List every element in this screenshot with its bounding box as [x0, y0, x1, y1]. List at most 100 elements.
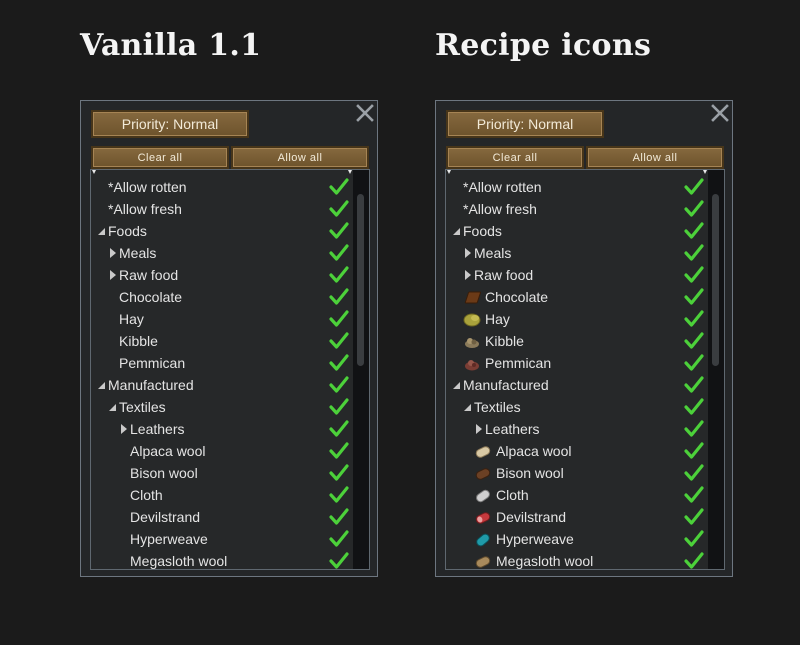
filter-row-label: Cloth [130, 487, 163, 503]
allowed-checkmark-icon[interactable] [329, 530, 349, 548]
filter-row-raw-food[interactable]: Raw food [446, 264, 708, 286]
scrollbar-thumb[interactable] [357, 194, 364, 366]
filter-row-raw-food[interactable]: Raw food [91, 264, 353, 286]
filter-row-chocolate: Chocolate [446, 286, 708, 308]
storage-filter-panel-recipe-icons: Priority: Normal Clear all Allow all *Al… [435, 100, 733, 577]
filter-row-label: Raw food [474, 267, 534, 283]
filter-row-hyperweave: Hyperweave [91, 528, 353, 550]
allowed-checkmark-icon[interactable] [684, 530, 704, 548]
collapse-arrow-icon[interactable] [463, 396, 473, 418]
close-icon[interactable] [710, 103, 730, 123]
allowed-checkmark-icon[interactable] [329, 552, 349, 570]
filter-row-hay: Hay [91, 308, 353, 330]
close-icon[interactable] [355, 103, 375, 123]
recipe-icons-heading: Recipe icons [435, 28, 652, 63]
filter-row-manufactured[interactable]: Manufactured [446, 374, 708, 396]
allowed-checkmark-icon[interactable] [684, 354, 704, 372]
allowed-checkmark-icon[interactable] [684, 200, 704, 218]
collapse-arrow-icon[interactable] [97, 220, 107, 242]
filter-row-label: Textiles [119, 399, 166, 415]
allowed-checkmark-icon[interactable] [684, 222, 704, 240]
filter-row-foods[interactable]: Foods [446, 220, 708, 242]
expand-arrow-icon[interactable] [108, 264, 118, 286]
filter-row-label: Chocolate [119, 289, 183, 305]
collapse-arrow-icon[interactable] [452, 220, 462, 242]
filter-row-leathers[interactable]: Leathers [446, 418, 708, 440]
allowed-checkmark-icon[interactable] [329, 398, 349, 416]
allowed-checkmark-icon[interactable] [329, 354, 349, 372]
filter-row-meals[interactable]: Meals [91, 242, 353, 264]
allowed-checkmark-icon[interactable] [329, 178, 349, 196]
allowed-checkmark-icon[interactable] [684, 464, 704, 482]
allowed-checkmark-icon[interactable] [684, 244, 704, 262]
allowed-checkmark-icon[interactable] [684, 178, 704, 196]
filter-row-label: Foods [108, 223, 147, 239]
scrollbar-thumb[interactable] [712, 194, 719, 366]
allowed-checkmark-icon[interactable] [684, 420, 704, 438]
allowed-checkmark-icon[interactable] [329, 508, 349, 526]
collapse-arrow-icon[interactable] [97, 374, 107, 396]
filter-row-textiles[interactable]: Textiles [446, 396, 708, 418]
filter-row-textiles[interactable]: Textiles [91, 396, 353, 418]
filter-row-label: Kibble [119, 333, 158, 349]
filter-row-manufactured[interactable]: Manufactured [91, 374, 353, 396]
allowed-checkmark-icon[interactable] [329, 332, 349, 350]
filter-row-devilstrand: Devilstrand [91, 506, 353, 528]
clear-all-button[interactable]: Clear all [446, 146, 584, 169]
allowed-checkmark-icon[interactable] [684, 310, 704, 328]
allow-all-button[interactable]: Allow all [231, 146, 369, 169]
allowed-checkmark-icon[interactable] [684, 332, 704, 350]
filter-row-cloth: Cloth [91, 484, 353, 506]
expand-arrow-icon[interactable] [463, 264, 473, 286]
allowed-checkmark-icon[interactable] [329, 244, 349, 262]
expand-arrow-icon[interactable] [119, 418, 129, 440]
allow-all-button[interactable]: Allow all [586, 146, 724, 169]
filter-row-allow-rotten: *Allow rotten [446, 176, 708, 198]
pemmican-icon [465, 360, 479, 371]
allowed-checkmark-icon[interactable] [329, 464, 349, 482]
clear-all-button[interactable]: Clear all [91, 146, 229, 169]
allowed-checkmark-icon[interactable] [329, 288, 349, 306]
expand-arrow-icon[interactable] [474, 418, 484, 440]
filter-row-devilstrand: Devilstrand [446, 506, 708, 528]
filter-row-label: Megasloth wool [496, 553, 594, 569]
chocolate-icon [464, 291, 481, 304]
allowed-checkmark-icon[interactable] [684, 508, 704, 526]
allowed-checkmark-icon[interactable] [329, 200, 349, 218]
expand-arrow-icon[interactable] [463, 242, 473, 264]
filter-row-meals[interactable]: Meals [446, 242, 708, 264]
filter-row-label: Bison wool [130, 465, 198, 481]
filter-row-label: Hay [119, 311, 144, 327]
allowed-checkmark-icon[interactable] [329, 442, 349, 460]
filter-row-pemmican: Pemmican [91, 352, 353, 374]
allowed-checkmark-icon[interactable] [684, 376, 704, 394]
allowed-checkmark-icon[interactable] [684, 288, 704, 306]
collapse-arrow-icon[interactable] [452, 374, 462, 396]
filter-row-alpaca-wool: Alpaca wool [446, 440, 708, 462]
allowed-checkmark-icon[interactable] [684, 486, 704, 504]
allowed-checkmark-icon[interactable] [329, 222, 349, 240]
allowed-checkmark-icon[interactable] [329, 266, 349, 284]
filter-row-leathers[interactable]: Leathers [91, 418, 353, 440]
allowed-checkmark-icon[interactable] [329, 420, 349, 438]
priority-button[interactable]: Priority: Normal [91, 110, 249, 138]
filter-row-allow-fresh: *Allow fresh [446, 198, 708, 220]
allowed-checkmark-icon[interactable] [329, 310, 349, 328]
allowed-checkmark-icon[interactable] [684, 552, 704, 570]
scrollbar[interactable] [353, 170, 369, 569]
collapse-arrow-icon[interactable] [108, 396, 118, 418]
allowed-checkmark-icon[interactable] [684, 266, 704, 284]
hay-icon [463, 313, 481, 327]
priority-button[interactable]: Priority: Normal [446, 110, 604, 138]
filter-row-foods[interactable]: Foods [91, 220, 353, 242]
scrollbar[interactable] [708, 170, 724, 569]
expand-arrow-icon[interactable] [108, 242, 118, 264]
filter-row-bison-wool: Bison wool [446, 462, 708, 484]
allowed-checkmark-icon[interactable] [684, 398, 704, 416]
filter-row-label: Devilstrand [130, 509, 201, 525]
allowed-checkmark-icon[interactable] [329, 486, 349, 504]
filter-row-label: Chocolate [485, 289, 549, 305]
filter-row-label: Hay [485, 311, 510, 327]
allowed-checkmark-icon[interactable] [329, 376, 349, 394]
allowed-checkmark-icon[interactable] [684, 442, 704, 460]
